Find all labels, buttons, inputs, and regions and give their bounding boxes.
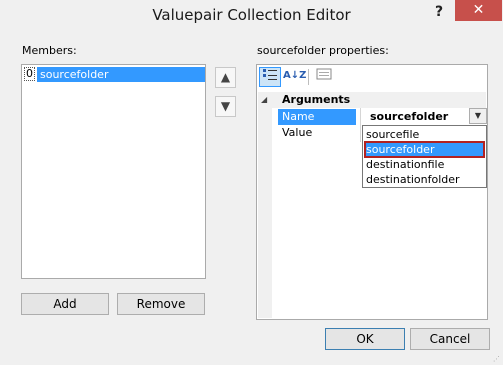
property-pages-button[interactable]	[313, 67, 335, 87]
sort-alphabetical-icon: A↓Z	[283, 70, 307, 81]
members-list[interactable]: 0 sourcefolder	[21, 64, 206, 279]
add-button[interactable]: Add	[21, 293, 109, 315]
dropdown-option[interactable]: destinationfile	[365, 157, 484, 172]
property-row-name[interactable]: Name sourcefolder	[272, 109, 486, 125]
arrow-up-icon: ▲	[220, 70, 231, 84]
property-pages-icon	[316, 68, 332, 80]
members-label: Members:	[22, 44, 77, 57]
member-index: 0	[24, 67, 35, 81]
column-divider	[360, 108, 361, 142]
chevron-down-icon: ▼	[474, 111, 482, 120]
member-name[interactable]: sourcefolder	[37, 67, 205, 82]
list-item[interactable]: 0 sourcefolder	[24, 67, 205, 82]
property-value-label: Value	[282, 126, 313, 139]
dropdown-arrow-button[interactable]: ▼	[469, 108, 487, 124]
resize-grip-icon[interactable]: ⋰	[493, 355, 501, 363]
category-label: Arguments	[282, 93, 351, 106]
cancel-button[interactable]: Cancel	[410, 328, 490, 350]
property-name-label: Name	[278, 109, 356, 125]
ok-button[interactable]: OK	[325, 328, 405, 350]
categorized-icon	[263, 69, 277, 80]
grid-margin	[258, 92, 272, 318]
move-up-button[interactable]: ▲	[215, 67, 236, 88]
categorized-button[interactable]	[259, 67, 281, 87]
dropdown-option[interactable]: destinationfolder	[365, 172, 484, 187]
toolbar-separator	[308, 69, 309, 85]
name-dropdown-list[interactable]: sourcefile sourcefolder destinationfile …	[362, 125, 487, 188]
category-row[interactable]: ◢ Arguments	[258, 92, 486, 108]
close-button[interactable]: ✕	[455, 0, 502, 21]
alphabetical-button[interactable]: A↓Z	[283, 67, 307, 87]
arrow-down-icon: ▼	[220, 99, 231, 113]
help-button[interactable]: ?	[428, 2, 450, 24]
properties-label: sourcefolder properties:	[257, 44, 389, 57]
move-down-button[interactable]: ▼	[215, 96, 236, 117]
title-bar: Valuepair Collection Editor ? ✕	[0, 0, 503, 30]
remove-button[interactable]: Remove	[117, 293, 205, 315]
collapse-icon[interactable]: ◢	[261, 92, 267, 108]
dropdown-option-selected[interactable]: sourcefolder	[364, 141, 485, 158]
dropdown-option[interactable]: sourcefile	[365, 127, 484, 142]
